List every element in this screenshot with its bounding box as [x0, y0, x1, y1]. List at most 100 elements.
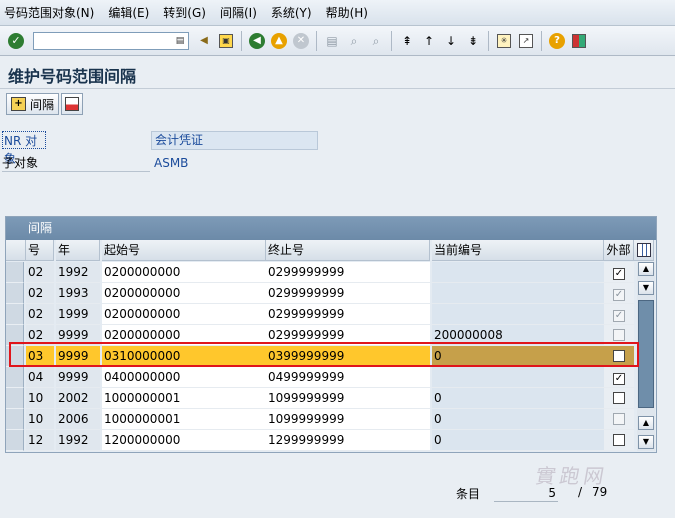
cell-external: ✓: [604, 262, 634, 283]
scrollbar-thumb[interactable]: [638, 300, 654, 408]
col-header-num[interactable]: 号: [26, 240, 54, 261]
find-next-icon[interactable]: ⌕: [366, 31, 386, 51]
command-history-icon[interactable]: ▤: [174, 35, 186, 47]
cell-from-number[interactable]: 1000000001: [102, 409, 266, 430]
row-selector[interactable]: [6, 409, 24, 430]
cell-current-number[interactable]: 0: [432, 388, 604, 409]
cell-year: 9999: [56, 367, 100, 388]
next-page-icon[interactable]: ↓: [441, 31, 461, 51]
table-settings-button[interactable]: [634, 240, 654, 261]
col-header-to[interactable]: 终止号: [266, 240, 430, 261]
row-selector[interactable]: [6, 367, 24, 388]
cell-current-number[interactable]: [432, 304, 604, 325]
cell-from-number[interactable]: 0200000000: [102, 283, 266, 304]
vertical-scrollbar[interactable]: ▲ ▼ ▲ ▼: [637, 262, 655, 451]
cancel-icon[interactable]: ✕: [291, 31, 311, 51]
cell-year: 2006: [56, 409, 100, 430]
last-page-icon[interactable]: ⇟: [463, 31, 483, 51]
delete-interval-button[interactable]: [61, 93, 84, 115]
row-selector[interactable]: [6, 283, 24, 304]
interval-button[interactable]: + 间隔: [6, 93, 60, 115]
cell-from-number[interactable]: 1200000000: [102, 430, 266, 451]
cell-from-number[interactable]: 0400000000: [102, 367, 266, 388]
table-row[interactable]: 02 1993 0200000000 0299999999 ✓: [6, 283, 634, 304]
row-selector[interactable]: [6, 325, 24, 346]
cell-from-number[interactable]: 0310000000: [102, 346, 266, 367]
table-row[interactable]: 02 1992 0200000000 0299999999 ✓: [6, 262, 634, 283]
cell-from-number[interactable]: 0200000000: [102, 304, 266, 325]
row-selector[interactable]: [6, 388, 24, 409]
scroll-page-up-button[interactable]: ▼: [638, 281, 654, 295]
save-icon[interactable]: ▣: [216, 31, 236, 51]
menu-number-range-object[interactable]: 号码范围对象(N): [0, 2, 101, 24]
table-row[interactable]: 02 1999 0200000000 0299999999 ✓: [6, 304, 634, 325]
menu-help[interactable]: 帮助(H): [319, 2, 375, 24]
table-row[interactable]: 10 2006 1000000001 1099999999 0: [6, 409, 634, 430]
exit-icon[interactable]: ▲: [269, 31, 289, 51]
shortcut-icon[interactable]: ↗: [516, 31, 536, 51]
delete-interval-icon: [65, 97, 80, 111]
print-icon[interactable]: ▤: [322, 31, 342, 51]
cell-to-number[interactable]: 1299999999: [266, 430, 430, 451]
back-icon[interactable]: ◀: [247, 31, 267, 51]
cell-year: 9999: [56, 325, 100, 346]
table-row[interactable]: 10 2002 1000000001 1099999999 0: [6, 388, 634, 409]
command-field[interactable]: ▤: [33, 31, 189, 50]
table-row[interactable]: 04 9999 0400000000 0499999999 ✓: [6, 367, 634, 388]
external-checkbox[interactable]: [613, 350, 625, 362]
external-checkbox[interactable]: [613, 392, 625, 404]
col-header-from[interactable]: 起始号: [102, 240, 266, 261]
cell-from-number[interactable]: 1000000001: [102, 388, 266, 409]
cell-current-number[interactable]: [432, 262, 604, 283]
toolbar-separator: [488, 30, 489, 51]
row-selector[interactable]: [6, 262, 24, 283]
prev-page-icon[interactable]: ↑: [419, 31, 439, 51]
entries-current-field[interactable]: 5: [494, 484, 558, 502]
create-session-icon[interactable]: ✳: [494, 31, 514, 51]
col-header-ext[interactable]: 外部: [604, 240, 634, 261]
row-selector[interactable]: [6, 304, 24, 325]
select-all-cell[interactable]: [6, 240, 26, 261]
layout-icon[interactable]: [569, 31, 589, 51]
cell-to-number[interactable]: 1099999999: [266, 409, 430, 430]
cell-year: 1993: [56, 283, 100, 304]
cell-current-number[interactable]: [432, 283, 604, 304]
cell-to-number[interactable]: 0499999999: [266, 367, 430, 388]
external-checkbox[interactable]: ✓: [613, 268, 625, 280]
table-row[interactable]: 02 9999 0200000000 0299999999 200000008: [6, 325, 634, 346]
external-checkbox[interactable]: ✓: [613, 373, 625, 385]
find-icon[interactable]: ⌕: [344, 31, 364, 51]
scroll-page-down-button[interactable]: ▲: [638, 416, 654, 430]
cell-to-number[interactable]: 0299999999: [266, 283, 430, 304]
cell-to-number[interactable]: 1099999999: [266, 388, 430, 409]
cell-current-number[interactable]: 0: [432, 430, 604, 451]
col-header-current[interactable]: 当前编号: [432, 240, 604, 261]
cell-current-number[interactable]: 0: [432, 409, 604, 430]
menu-interval[interactable]: 间隔(I): [213, 2, 264, 24]
scroll-down-button[interactable]: ▼: [638, 435, 654, 449]
cell-current-number[interactable]: [432, 367, 604, 388]
row-selector[interactable]: [6, 346, 24, 367]
cell-from-number[interactable]: 0200000000: [102, 325, 266, 346]
cell-to-number[interactable]: 0399999999: [266, 346, 430, 367]
cell-current-number[interactable]: 200000008: [432, 325, 604, 346]
table-row[interactable]: 03 9999 0310000000 0399999999 0: [6, 346, 634, 367]
row-selector[interactable]: [6, 430, 24, 451]
cell-to-number[interactable]: 0299999999: [266, 262, 430, 283]
menu-system[interactable]: 系统(Y): [264, 2, 319, 24]
cell-to-number[interactable]: 0299999999: [266, 304, 430, 325]
table-row[interactable]: 12 1992 1200000000 1299999999 0: [6, 430, 634, 451]
menu-edit[interactable]: 编辑(E): [101, 2, 156, 24]
cell-from-number[interactable]: 0200000000: [102, 262, 266, 283]
back-arrow-icon[interactable]: ◀: [194, 31, 214, 51]
cell-current-number[interactable]: 0: [432, 346, 604, 367]
col-header-year[interactable]: 年: [56, 240, 100, 261]
interval-table: 间隔 号 年 起始号 终止号 当前编号 外部 02 1992 0200000000 0…: [5, 216, 657, 453]
menu-goto[interactable]: 转到(G): [156, 2, 213, 24]
cell-to-number[interactable]: 0299999999: [266, 325, 430, 346]
help-icon[interactable]: ?: [547, 31, 567, 51]
scroll-up-button[interactable]: ▲: [638, 262, 654, 276]
external-checkbox[interactable]: [613, 434, 625, 446]
ok-icon[interactable]: ✓: [6, 31, 26, 51]
first-page-icon[interactable]: ⇞: [397, 31, 417, 51]
